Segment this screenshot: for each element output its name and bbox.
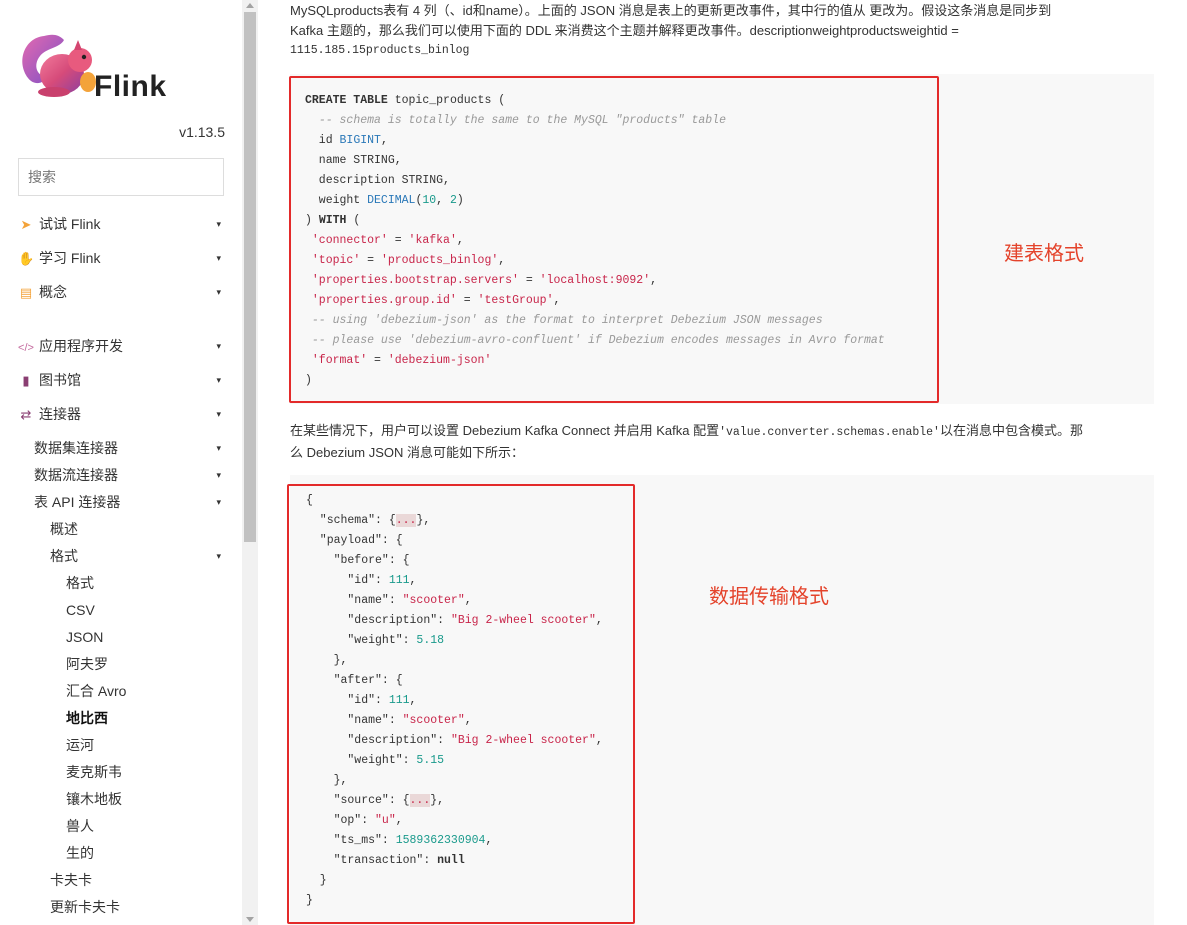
nav-label: 图书馆 [39,372,81,388]
intro-line-3: 1115.185.15products_binlog [290,44,470,57]
nav-format-item[interactable]: JSON [66,627,103,647]
nav-format-item[interactable]: 兽人 [66,816,94,836]
scroll-up-icon[interactable] [246,3,254,8]
nav-format-item[interactable]: 汇合 Avro [66,681,126,701]
chevron-down-icon: ▾ [216,409,221,419]
nav-formats[interactable]: 格式 ▾ [50,546,224,566]
chevron-down-icon: ▾ [216,253,221,263]
json-code-block: { "schema": {...}, "payload": { "before"… [306,494,603,907]
nav-label: 学习 Flink [39,250,101,266]
nav-format-item[interactable]: CSV [66,600,95,620]
nav-label: 连接器 [39,406,81,422]
shuffle-icon: ⇄ [20,407,32,422]
book-open-icon: ▤ [19,285,33,300]
code-icon: </> [18,342,34,354]
nav-kafka[interactable]: 卡夫卡 [50,870,92,890]
nav-label: 表 API 连接器 [34,494,121,510]
intro-paragraph: MySQLproducts表有 4 列（、id和name）。上面的 JSON 消… [290,1,1152,61]
schema-inline-code: 'value.converter.schemas.enable' [719,426,940,439]
chevron-down-icon: ▾ [216,219,221,229]
nav-item-concepts[interactable]: ▤ 概念 ▾ [18,282,224,302]
nav-item-try-flink[interactable]: ➤ 试试 Flink ▾ [18,214,224,234]
chevron-down-icon: ▾ [216,287,221,297]
nav-table-api-connectors[interactable]: 表 API 连接器 ▾ [34,492,224,512]
nav-item-connectors[interactable]: ⇄ 连接器 ▾ [18,404,224,424]
schema-line-1: 在某些情况下，用户可以设置 Debezium Kafka Connect 并启用… [290,421,1152,443]
logo-text[interactable]: Flink [94,70,167,104]
nav-format-item[interactable]: 生的 [66,843,94,863]
nav-label: 格式 [50,548,78,564]
nav-dataset-connectors[interactable]: 数据集连接器 ▾ [34,438,224,458]
nav-format-item[interactable]: 格式 [66,573,94,593]
nav-format-item[interactable]: 麦克斯韦 [66,762,122,782]
chevron-down-icon: ▾ [216,341,221,351]
version-label: v1.13.5 [179,124,225,140]
chevron-down-icon: ▾ [216,497,221,507]
intro-line-1: MySQLproducts表有 4 列（、id和name）。上面的 JSON 消… [290,3,1052,18]
nav-item-app-dev[interactable]: </> 应用程序开发 ▾ [18,336,224,356]
search-input[interactable] [18,158,224,196]
book-icon: ▮ [22,373,30,388]
intro-line-2: Kafka 主题的，那么我们可以使用下面的 DDL 来消费这个主题并解释更改事件… [290,23,959,38]
chevron-down-icon: ▾ [216,443,221,453]
schema-text: 以在消息中包含模式。那 [939,423,1083,438]
chevron-down-icon: ▾ [216,375,221,385]
nav-format-item-active[interactable]: 地比西 [66,708,108,728]
hand-icon: ✋ [18,251,35,266]
nav-overview[interactable]: 概述 [50,519,78,539]
nav-format-item[interactable]: 运河 [66,735,94,755]
ddl-code-block: CREATE TABLE topic_products ( -- schema … [305,94,885,387]
nav-label: 应用程序开发 [39,338,123,354]
nav-label: 试试 Flink [39,216,101,232]
rocket-icon: ➤ [20,217,32,232]
nav-item-learn-flink[interactable]: ✋ 学习 Flink ▾ [18,248,224,268]
chevron-down-icon: ▾ [216,470,221,480]
json-annotation-label: 数据传输格式 [709,586,829,608]
sidebar: Flink v1.13.5 ➤ 试试 Flink ▾ ✋ 学习 Flink ▾ ▤ 概… [0,0,242,925]
nav-format-item[interactable]: 镶木地板 [66,789,122,809]
nav-datastream-connectors[interactable]: 数据流连接器 ▾ [34,465,224,485]
ddl-annotation-label: 建表格式 [1004,243,1084,265]
schema-line-2: 么 Debezium JSON 消息可能如下所示： [290,445,525,460]
scrollbar-thumb[interactable] [244,12,256,542]
schema-paragraph: 在某些情况下，用户可以设置 Debezium Kafka Connect 并启用… [290,421,1152,463]
scroll-down-icon[interactable] [246,917,254,922]
sidebar-scrollbar[interactable] [242,0,258,925]
schema-text: 在某些情况下，用户可以设置 Debezium Kafka Connect 并启用… [290,423,720,438]
nav-upsert-kafka[interactable]: 更新卡夫卡 [50,897,120,917]
nav-format-item[interactable]: 阿夫罗 [66,654,108,674]
nav-label: 数据流连接器 [34,467,118,483]
nav-label: 数据集连接器 [34,440,118,456]
nav-item-libraries[interactable]: ▮ 图书馆 ▾ [18,370,224,390]
nav-label: 概念 [39,284,67,300]
chevron-down-icon: ▾ [216,551,221,561]
